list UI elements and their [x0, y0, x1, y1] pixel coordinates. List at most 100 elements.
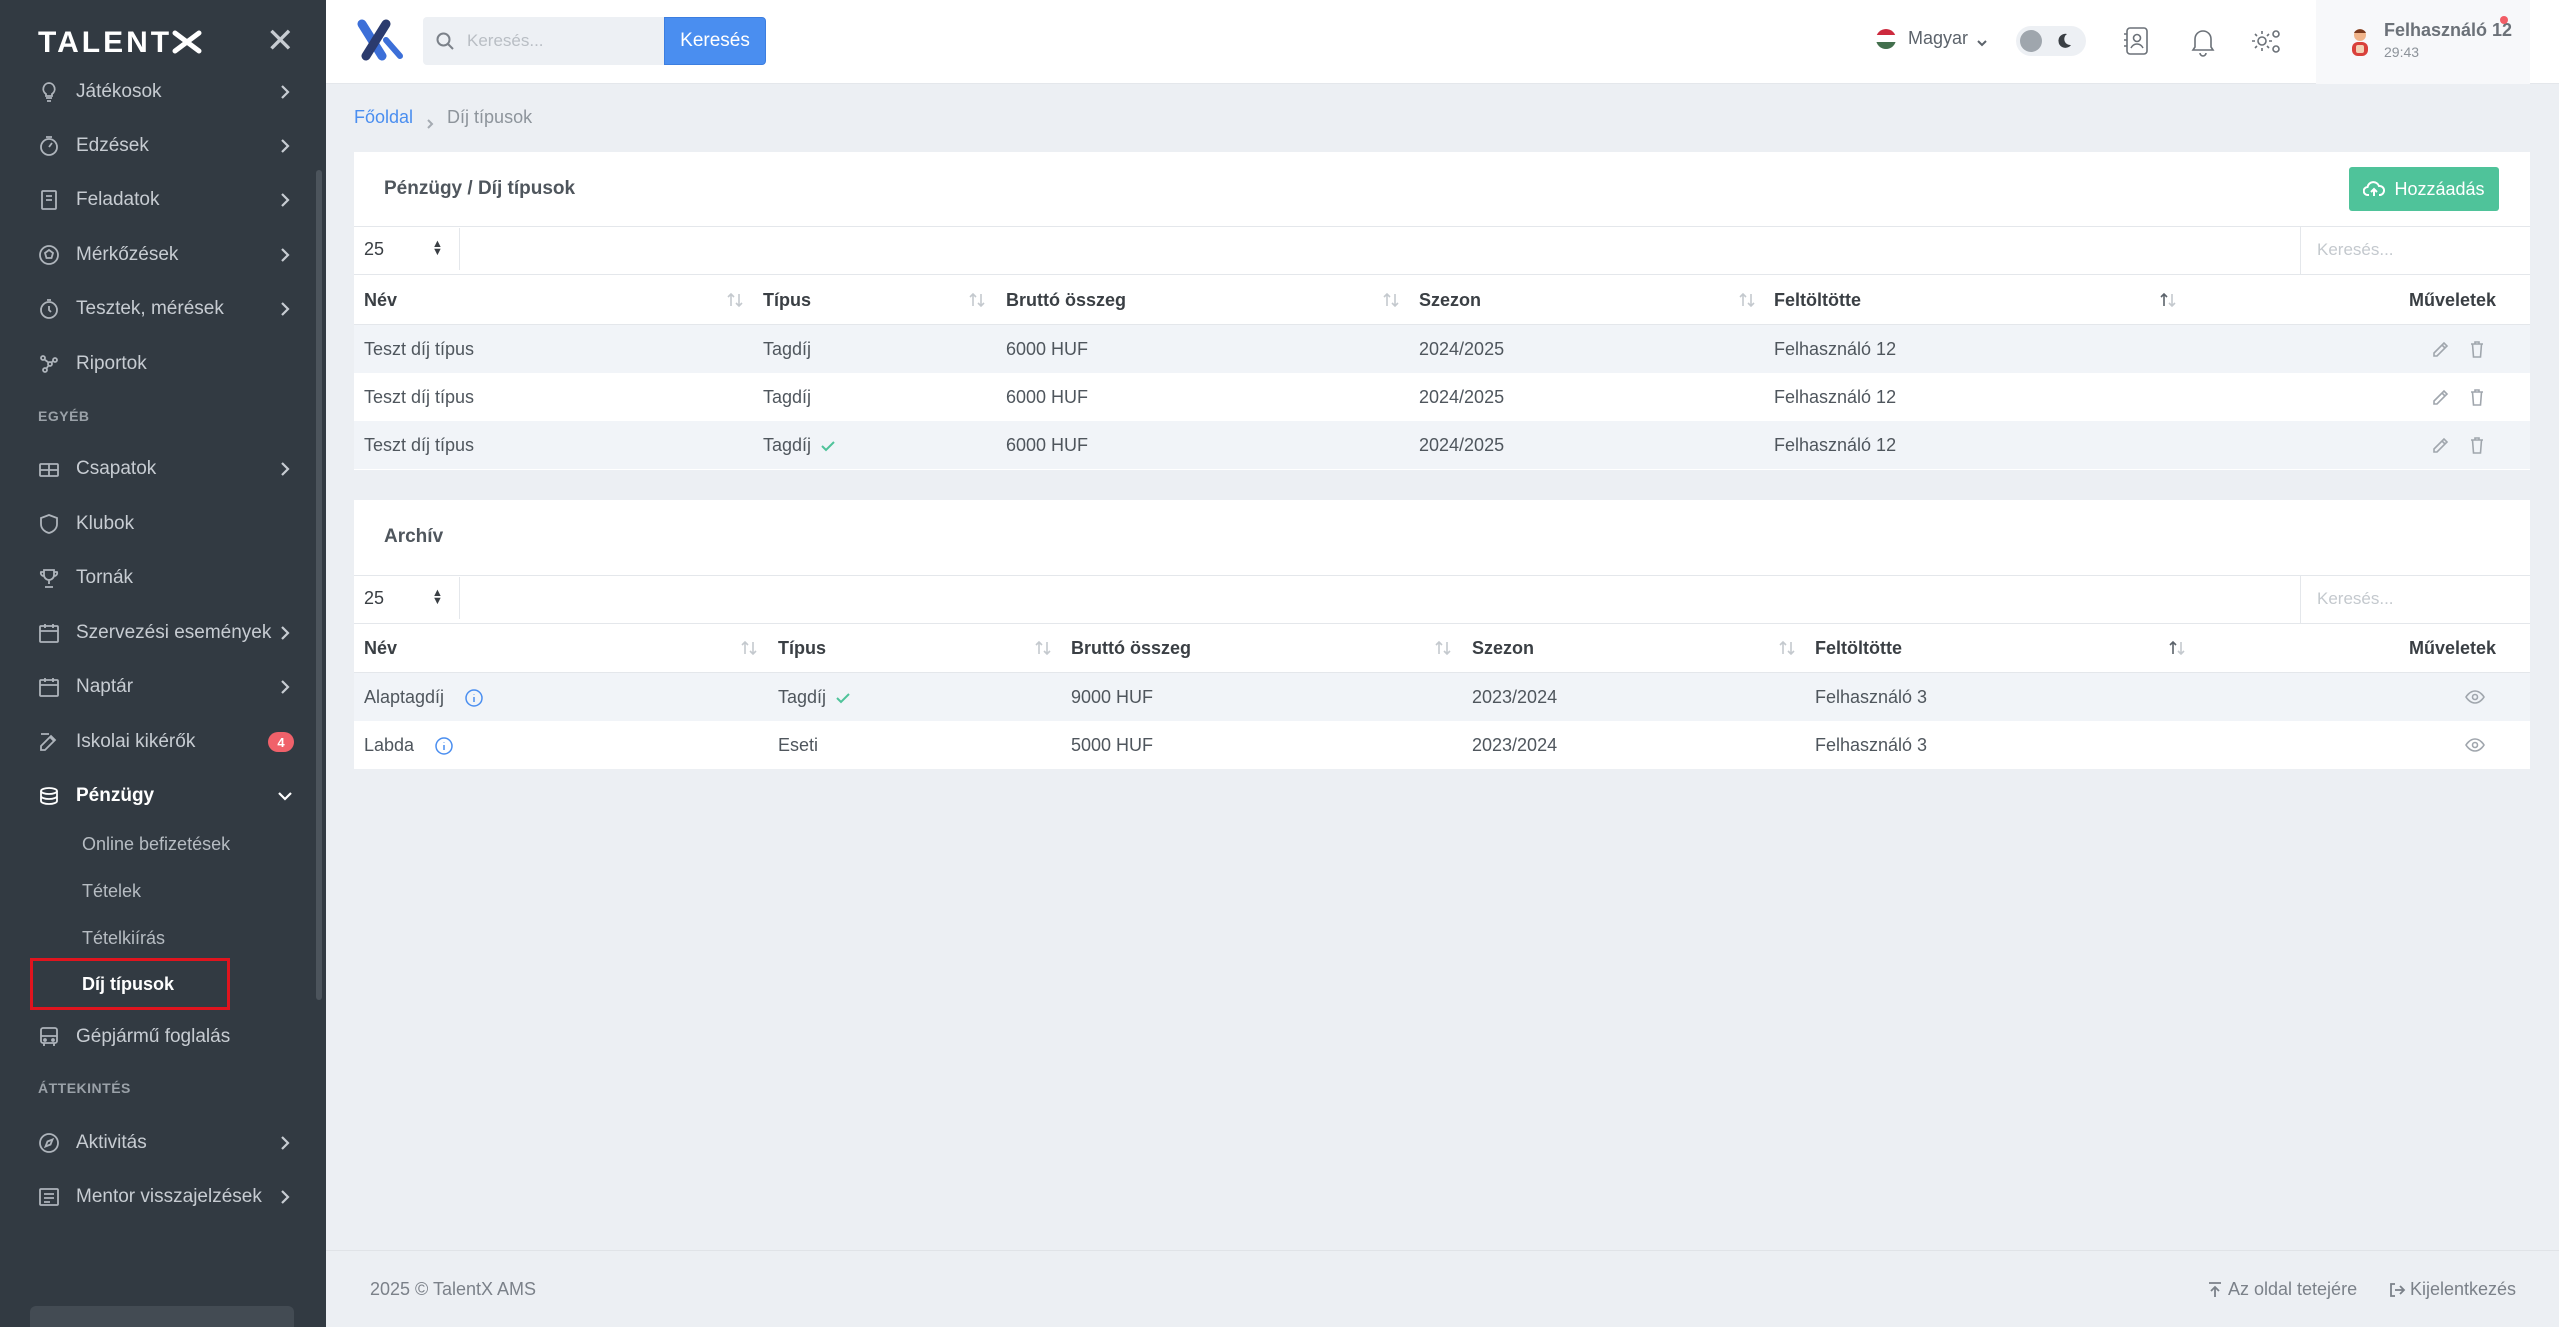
- cell-name: Labda: [364, 735, 454, 756]
- global-search-input[interactable]: [467, 27, 657, 55]
- sidebar-subitem-online-payments[interactable]: Online befizetések: [82, 834, 230, 855]
- chevron-right-icon: [276, 678, 294, 696]
- page-size-select[interactable]: 25 ▲ ▼: [354, 577, 460, 619]
- sort-icon[interactable]: [1382, 290, 1400, 310]
- info-icon[interactable]: [434, 736, 454, 756]
- view-eye-icon[interactable]: [2464, 734, 2486, 756]
- sidebar-item-tests[interactable]: Tesztek, mérések: [36, 289, 294, 329]
- language-selector[interactable]: Magyar: [1876, 28, 1988, 49]
- sidebar-item-reports[interactable]: Riportok: [36, 344, 294, 384]
- column-header-uploader[interactable]: Feltöltötte: [1815, 638, 1902, 659]
- bus-icon: [36, 1024, 62, 1050]
- sort-icon[interactable]: [726, 290, 744, 310]
- sidebar-item-trainings[interactable]: Edzések: [36, 126, 294, 166]
- toggle-knob: [2020, 30, 2042, 52]
- trophy-icon: [36, 565, 62, 591]
- sidebar-item-tournaments[interactable]: Tornák: [36, 558, 294, 598]
- search-button[interactable]: Keresés: [664, 17, 766, 65]
- sidebar-item-teams[interactable]: Csapatok: [36, 449, 294, 489]
- session-timer: 29:43: [2384, 44, 2420, 60]
- notebook-icon: [36, 187, 62, 213]
- cell-type: Eseti: [778, 735, 819, 755]
- shield-icon: [36, 511, 62, 537]
- table-row: Teszt díj típus Tagdíj 6000 HUF 2024/202…: [354, 373, 2530, 421]
- delete-trash-icon[interactable]: [2466, 338, 2488, 360]
- close-sidebar-icon[interactable]: ✕: [266, 24, 295, 58]
- sidebar-item-mentor-feedback[interactable]: Mentor visszajelzések: [36, 1177, 294, 1217]
- table-search-input[interactable]: [2317, 587, 2517, 611]
- column-header-type[interactable]: Típus: [763, 290, 811, 311]
- chevron-right-icon: [276, 1188, 294, 1206]
- sidebar-item-tasks[interactable]: Feladatok: [36, 180, 294, 220]
- column-header-uploader[interactable]: Feltöltötte: [1774, 290, 1861, 311]
- view-eye-icon[interactable]: [2464, 686, 2486, 708]
- info-icon[interactable]: [464, 688, 484, 708]
- column-header-actions: Műveletek: [2409, 638, 2497, 658]
- chevron-right-icon: [276, 624, 294, 642]
- chevron-right-icon: [276, 300, 294, 318]
- select-arrows-icon: ▲ ▼: [432, 238, 443, 258]
- archive-card: Archív 25 ▲▼ Név Típus Bruttó összeg Sze…: [354, 500, 2530, 769]
- sort-icon[interactable]: [740, 638, 758, 658]
- column-header-name[interactable]: Név: [364, 290, 397, 311]
- cell-uploader: Felhasználó 3: [1815, 735, 1928, 755]
- column-header-type[interactable]: Típus: [778, 638, 826, 659]
- sort-asc-icon[interactable]: [2168, 638, 2186, 658]
- delete-trash-icon[interactable]: [2466, 434, 2488, 456]
- dark-mode-toggle[interactable]: [2016, 26, 2086, 56]
- table-row: Teszt díj típus Tagdíj 6000 HUF 2024/202…: [354, 325, 2530, 373]
- sidebar-item-finance[interactable]: Pénzügy: [36, 776, 294, 816]
- sidebar-scrollbar[interactable]: [316, 170, 322, 1000]
- sidebar-item-vehicle-booking[interactable]: Gépjármű foglalás: [36, 1017, 294, 1057]
- brand-logo[interactable]: TALENT: [38, 26, 202, 60]
- sidebar-footer-bar: [30, 1306, 294, 1327]
- user-menu[interactable]: Felhasználó 12 29:43: [2316, 0, 2530, 84]
- talentx-logo-icon[interactable]: [356, 18, 406, 62]
- column-header-gross-amount[interactable]: Bruttó összeg: [1071, 638, 1191, 659]
- sort-icon[interactable]: [1778, 638, 1796, 658]
- edit-pencil-icon[interactable]: [2430, 338, 2452, 360]
- team-icon: [36, 456, 62, 482]
- sidebar-item-players[interactable]: Játékosok: [36, 72, 294, 112]
- sidebar-subitem-item-posting[interactable]: Tételkiírás: [82, 928, 165, 949]
- sort-icon[interactable]: [1738, 290, 1756, 310]
- check-icon: [819, 437, 837, 455]
- sidebar-item-clubs[interactable]: Klubok: [36, 504, 294, 544]
- list-icon: [36, 1184, 62, 1210]
- column-header-name[interactable]: Név: [364, 638, 397, 659]
- sidebar-subitem-items[interactable]: Tételek: [82, 881, 141, 902]
- page-footer: 2025 © TalentX AMS Az oldal tetejére Kij…: [326, 1250, 2559, 1327]
- sort-asc-icon[interactable]: [2159, 290, 2177, 310]
- edit-pencil-icon[interactable]: [2430, 386, 2452, 408]
- card-title: Pénzügy / Díj típusok: [384, 178, 576, 199]
- column-header-gross-amount[interactable]: Bruttó összeg: [1006, 290, 1126, 311]
- column-header-season[interactable]: Szezon: [1472, 638, 1534, 659]
- cell-name: Teszt díj típus: [364, 339, 475, 359]
- logout-link[interactable]: Kijelentkezés: [2388, 1279, 2516, 1300]
- cell-name: Alaptagdíj: [364, 687, 484, 708]
- page-size-select[interactable]: 25 ▲ ▼: [354, 228, 460, 270]
- breadcrumb-home-link[interactable]: Főoldal: [354, 107, 413, 128]
- hungarian-flag-icon: [1876, 28, 1896, 49]
- sidebar-item-activity[interactable]: Aktivitás: [36, 1123, 294, 1163]
- sort-icon[interactable]: [1434, 638, 1452, 658]
- sort-icon[interactable]: [968, 290, 986, 310]
- settings-gear-icon[interactable]: [2250, 24, 2284, 58]
- column-header-season[interactable]: Szezon: [1419, 290, 1481, 311]
- cell-season: 2023/2024: [1472, 735, 1558, 755]
- contacts-icon[interactable]: [2120, 24, 2154, 58]
- table-search-input[interactable]: [2317, 238, 2517, 262]
- sidebar-item-calendar[interactable]: Naptár: [36, 667, 294, 707]
- notification-bell-icon[interactable]: [2186, 24, 2220, 58]
- add-button[interactable]: Hozzáadás: [2349, 167, 2499, 211]
- table-search: [2300, 575, 2530, 623]
- cell-name: Teszt díj típus: [364, 435, 475, 455]
- delete-trash-icon[interactable]: [2466, 386, 2488, 408]
- sidebar-item-school-requests[interactable]: Iskolai kikérők 4: [36, 722, 294, 762]
- back-to-top-link[interactable]: Az oldal tetejére: [2206, 1279, 2357, 1300]
- edit-pencil-icon[interactable]: [2430, 434, 2452, 456]
- sidebar-item-events[interactable]: Szervezési események: [36, 613, 294, 653]
- chevron-right-icon: [276, 137, 294, 155]
- sort-icon[interactable]: [1034, 638, 1052, 658]
- sidebar-item-matches[interactable]: Mérkőzések: [36, 235, 294, 275]
